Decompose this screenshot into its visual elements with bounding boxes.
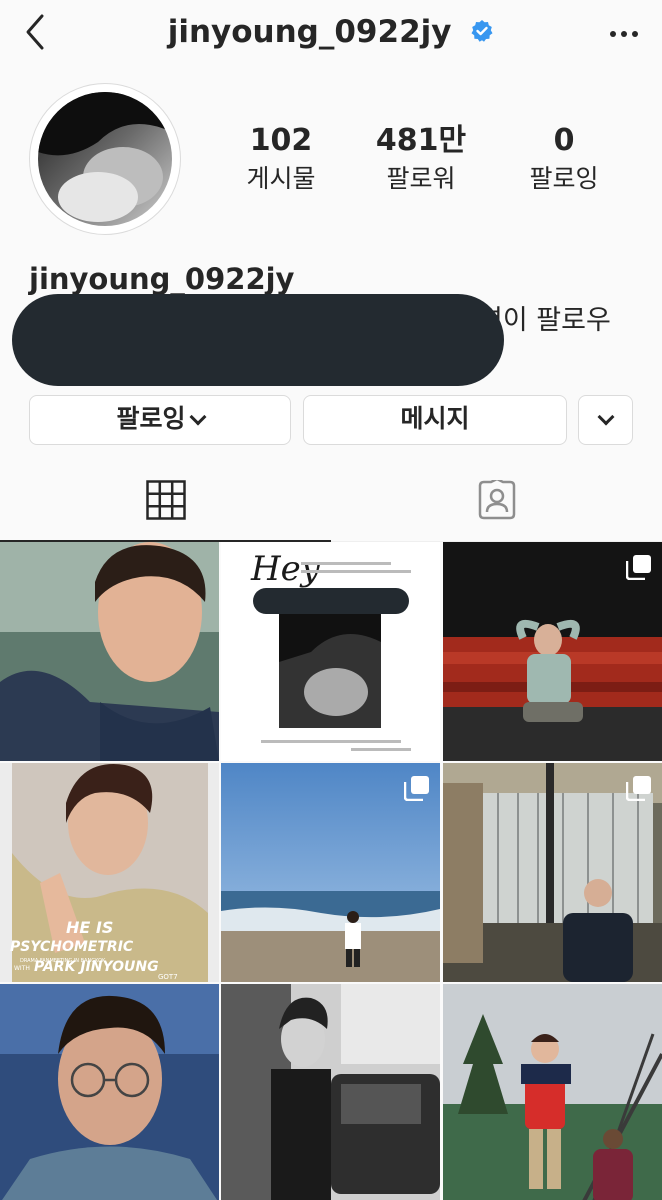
post-thumbnail[interactable] [443, 763, 662, 982]
tab-tagged[interactable] [331, 458, 662, 542]
header-username: jinyoung_0922jy [167, 14, 452, 50]
profile-tabs [0, 458, 662, 542]
stat-followers-value: 481만 [375, 123, 467, 158]
post-image [443, 984, 662, 1200]
post-thumbnail[interactable] [221, 984, 440, 1200]
post-thumbnail[interactable] [443, 542, 662, 761]
post-thumbnail[interactable] [221, 763, 440, 982]
poster-text-line1: HE IS [66, 918, 113, 937]
following-button-label: 팔로잉 [116, 404, 186, 433]
chevron-down-icon [189, 408, 206, 426]
multiple-photos-icon [404, 776, 429, 801]
stat-following-value: 0 [553, 123, 575, 158]
stat-posts-label: 게시물 [246, 164, 316, 193]
poster-text-line2: PSYCHOMETRIC [10, 939, 134, 955]
tagged-icon [478, 480, 515, 520]
avatar-image [38, 92, 172, 226]
post-image [221, 984, 440, 1200]
profile-avatar[interactable] [29, 83, 181, 235]
post-image [0, 542, 219, 761]
post-image [0, 984, 219, 1200]
stat-following-label: 팔로잉 [529, 164, 599, 193]
following-button[interactable]: 팔로잉 [29, 395, 291, 445]
stat-followers[interactable]: 481만 팔로워 [351, 124, 491, 194]
poster-text-line6: GOT7 [158, 973, 178, 981]
poster-text-line4: WITH [14, 965, 30, 972]
chevron-down-icon [597, 408, 614, 426]
tab-grid[interactable] [0, 458, 331, 542]
profile-header-title: jinyoung_0922jy [0, 14, 662, 50]
multiple-photos-icon [626, 776, 651, 801]
redaction-overlay [12, 294, 504, 386]
post-thumbnail[interactable]: HE IS PSYCHOMETRIC DRAMA FANMEETING IN B… [0, 763, 219, 982]
suggested-accounts-button[interactable] [578, 395, 633, 445]
post-thumbnail[interactable] [0, 542, 219, 761]
post-thumbnail[interactable] [0, 984, 219, 1200]
posts-grid: Hey HE IS PSYCHOMETRIC DRAMA FANMEETING … [0, 542, 662, 1200]
message-button-label: 메시지 [400, 404, 470, 433]
stat-posts[interactable]: 102 게시물 [211, 124, 351, 194]
multiple-photos-icon [626, 555, 651, 580]
post-image: Hey [221, 542, 440, 761]
more-options-icon[interactable] [608, 18, 640, 50]
grid-icon [145, 480, 186, 520]
top-bar: jinyoung_0922jy [0, 0, 662, 72]
poster-text-line5: PARK JINYOUNG [34, 959, 159, 975]
post-thumbnail[interactable] [443, 984, 662, 1200]
bio-name: jinyoung_0922jy [29, 262, 295, 296]
svg-text:Hey: Hey [250, 549, 321, 589]
message-button[interactable]: 메시지 [303, 395, 567, 445]
verified-badge-icon [471, 19, 493, 42]
stat-followers-label: 팔로워 [386, 164, 456, 193]
stat-posts-value: 102 [249, 123, 313, 158]
post-thumbnail[interactable]: Hey [221, 542, 440, 761]
post-image: HE IS PSYCHOMETRIC DRAMA FANMEETING IN B… [0, 763, 219, 982]
stat-following[interactable]: 0 팔로잉 [494, 124, 634, 194]
